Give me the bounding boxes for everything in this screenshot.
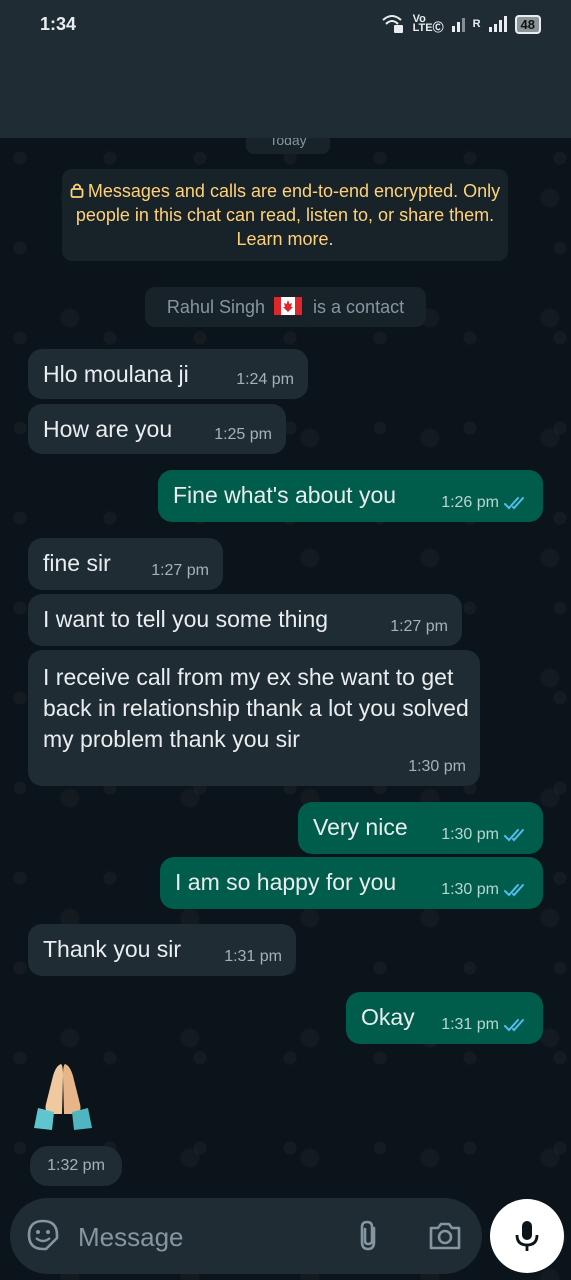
back-arrow-icon[interactable] <box>22 78 54 110</box>
mic-icon <box>515 1221 539 1251</box>
message-time: 1:30 pm <box>408 758 466 775</box>
read-ticks-icon <box>504 497 524 510</box>
contact-name[interactable]: Rahul Singh <box>159 78 337 107</box>
message-text: I am so happy for you <box>175 869 397 895</box>
volte-indicator: Vo LTEⒸ <box>412 14 444 34</box>
canada-flag-icon <box>274 297 303 316</box>
message-composer <box>10 1198 482 1274</box>
video-call-icon[interactable] <box>375 76 411 112</box>
encryption-notice[interactable]: Messages and calls are end-to-end encryp… <box>62 169 508 261</box>
roaming-indicator: R <box>472 18 481 30</box>
message-time: 1:32 pm <box>30 1146 122 1186</box>
message-text: Fine what's about you <box>173 482 397 508</box>
message-text: Hlo moulana ji <box>43 361 189 387</box>
message-text: Okay <box>361 1004 415 1030</box>
chat-header: R Rahul Singh <box>0 50 571 138</box>
message-text: Very nice <box>313 814 408 840</box>
message-text: I receive call from my ex she want to ge… <box>43 664 469 752</box>
message-time: 1:26 pm <box>441 494 499 511</box>
message-time: 1:27 pm <box>390 618 448 635</box>
message-meta: 1:30 pm <box>441 826 529 844</box>
message-bubble-incoming[interactable]: Thank you sir 1:31 pm <box>28 924 296 976</box>
message-text: How are you <box>43 416 173 442</box>
more-vert-icon[interactable] <box>519 76 555 112</box>
message-bubble-incoming[interactable]: I want to tell you some thing 1:27 pm <box>28 594 462 646</box>
phone-icon[interactable] <box>452 76 488 112</box>
status-bar: 1:34 Vo LTEⒸ R 48 <box>0 0 571 50</box>
message-bubble-incoming[interactable]: How are you 1:25 pm <box>28 404 286 454</box>
canada-flag-icon <box>308 82 337 101</box>
avatar[interactable]: R <box>83 67 139 123</box>
message-time: 1:31 pm <box>224 948 282 965</box>
message-bubble-incoming[interactable]: I receive call from my ex she want to ge… <box>28 650 480 786</box>
message-meta: 1:26 pm <box>441 494 529 512</box>
contact-notice-name: Rahul Singh <box>166 297 265 317</box>
message-time: 1:30 pm <box>441 826 499 843</box>
signal-1-icon <box>451 16 465 32</box>
message-time: 1:25 pm <box>214 426 272 443</box>
message-bubble-outgoing[interactable]: Very nice 1:30 pm <box>298 802 543 854</box>
message-text: Thank you sir <box>43 936 182 962</box>
encryption-text: Messages and calls are end-to-end encryp… <box>75 181 501 249</box>
message-meta: 1:30 pm <box>441 881 529 899</box>
wifi-calling-icon <box>381 15 403 33</box>
signal-2-icon <box>488 16 507 32</box>
message-time: 1:31 pm <box>441 1016 499 1033</box>
battery-indicator: 48 <box>514 14 541 34</box>
status-icons: Vo LTEⒸ R 48 <box>379 14 541 34</box>
message-bubble-incoming[interactable]: Hlo moulana ji 1:24 pm <box>28 349 308 399</box>
read-ticks-icon <box>504 829 524 842</box>
message-bubble-outgoing[interactable]: Okay 1:31 pm <box>346 992 543 1044</box>
message-bubble-outgoing[interactable]: Fine what's about you 1:26 pm <box>158 470 543 522</box>
message-time: 1:30 pm <box>441 881 499 898</box>
message-text: fine sir <box>43 550 111 576</box>
message-bubble-outgoing[interactable]: I am so happy for you 1:30 pm <box>160 857 543 909</box>
read-ticks-icon <box>504 884 524 897</box>
attach-icon[interactable] <box>354 1218 384 1254</box>
mic-button[interactable] <box>490 1199 564 1273</box>
contact-notice-suffix: is a contact <box>313 297 405 317</box>
read-ticks-icon <box>504 1019 524 1032</box>
message-time: 1:27 pm <box>151 562 209 579</box>
message-input[interactable] <box>76 1216 340 1258</box>
message-bubble-incoming[interactable]: fine sir 1:27 pm <box>28 538 223 590</box>
date-pill: Today <box>246 126 330 154</box>
message-time: 1:24 pm <box>236 371 294 388</box>
message-meta: 1:31 pm <box>441 1016 529 1034</box>
camera-icon[interactable] <box>426 1218 464 1254</box>
volte-bottom: LTEⒸ <box>412 22 444 34</box>
contact-name-text: Rahul Singh <box>159 78 296 106</box>
emoji-sticker-icon[interactable] <box>26 1218 60 1252</box>
message-text: I want to tell you some thing <box>43 606 329 632</box>
folded-hands-emoji[interactable] <box>28 1056 98 1136</box>
status-time: 1:34 <box>40 14 77 34</box>
lock-icon <box>70 183 84 198</box>
contact-notice: Rahul Singh is a contact <box>145 287 426 327</box>
